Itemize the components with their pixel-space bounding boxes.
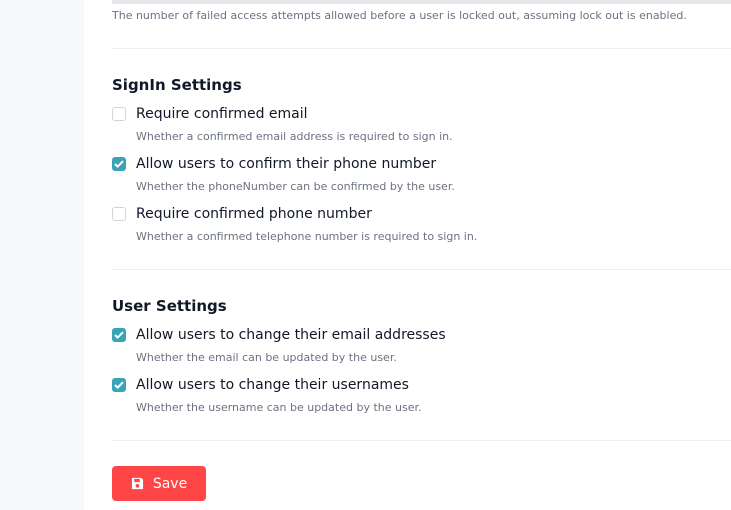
section-divider	[112, 269, 731, 270]
signin-settings-title: SignIn Settings	[112, 76, 242, 94]
save-label[interactable]: Save	[153, 476, 187, 492]
allow-change-username-checkbox[interactable]	[112, 378, 126, 392]
check-icon	[114, 331, 124, 339]
allow-change-username-option[interactable]: Allow users to change their usernames	[112, 375, 409, 395]
allow-change-username-hint: Whether the username can be updated by t…	[136, 401, 422, 414]
require-confirmed-phone-checkbox[interactable]	[112, 207, 126, 221]
require-confirmed-phone-option[interactable]: Require confirmed phone number	[112, 204, 372, 224]
section-divider	[112, 440, 731, 441]
require-confirmed-email-checkbox[interactable]	[112, 107, 126, 121]
save-icon	[131, 477, 143, 490]
section-divider	[112, 48, 731, 49]
check-icon	[114, 381, 124, 389]
require-confirmed-email-label[interactable]: Require confirmed email	[136, 106, 308, 122]
allow-change-email-hint: Whether the email can be updated by the …	[136, 351, 397, 364]
require-confirmed-email-hint: Whether a confirmed email address is req…	[136, 130, 453, 143]
allow-confirm-phone-checkbox[interactable]	[112, 157, 126, 171]
check-icon	[114, 160, 124, 168]
lockout-description: The number of failed access attempts all…	[112, 9, 687, 22]
save-button[interactable]: Save	[112, 466, 206, 501]
allow-change-email-checkbox[interactable]	[112, 328, 126, 342]
input-bottom-edge	[112, 0, 731, 4]
allow-change-username-label[interactable]: Allow users to change their usernames	[136, 377, 409, 393]
require-confirmed-phone-label[interactable]: Require confirmed phone number	[136, 206, 372, 222]
require-confirmed-email-option[interactable]: Require confirmed email	[112, 104, 308, 124]
allow-change-email-label[interactable]: Allow users to change their email addres…	[136, 327, 446, 343]
allow-confirm-phone-option[interactable]: Allow users to confirm their phone numbe…	[112, 154, 436, 174]
require-confirmed-phone-hint: Whether a confirmed telephone number is …	[136, 230, 478, 243]
allow-confirm-phone-hint: Whether the phoneNumber can be confirmed…	[136, 180, 455, 193]
allow-confirm-phone-label[interactable]: Allow users to confirm their phone numbe…	[136, 156, 436, 172]
user-settings-title: User Settings	[112, 297, 227, 315]
allow-change-email-option[interactable]: Allow users to change their email addres…	[112, 325, 446, 345]
